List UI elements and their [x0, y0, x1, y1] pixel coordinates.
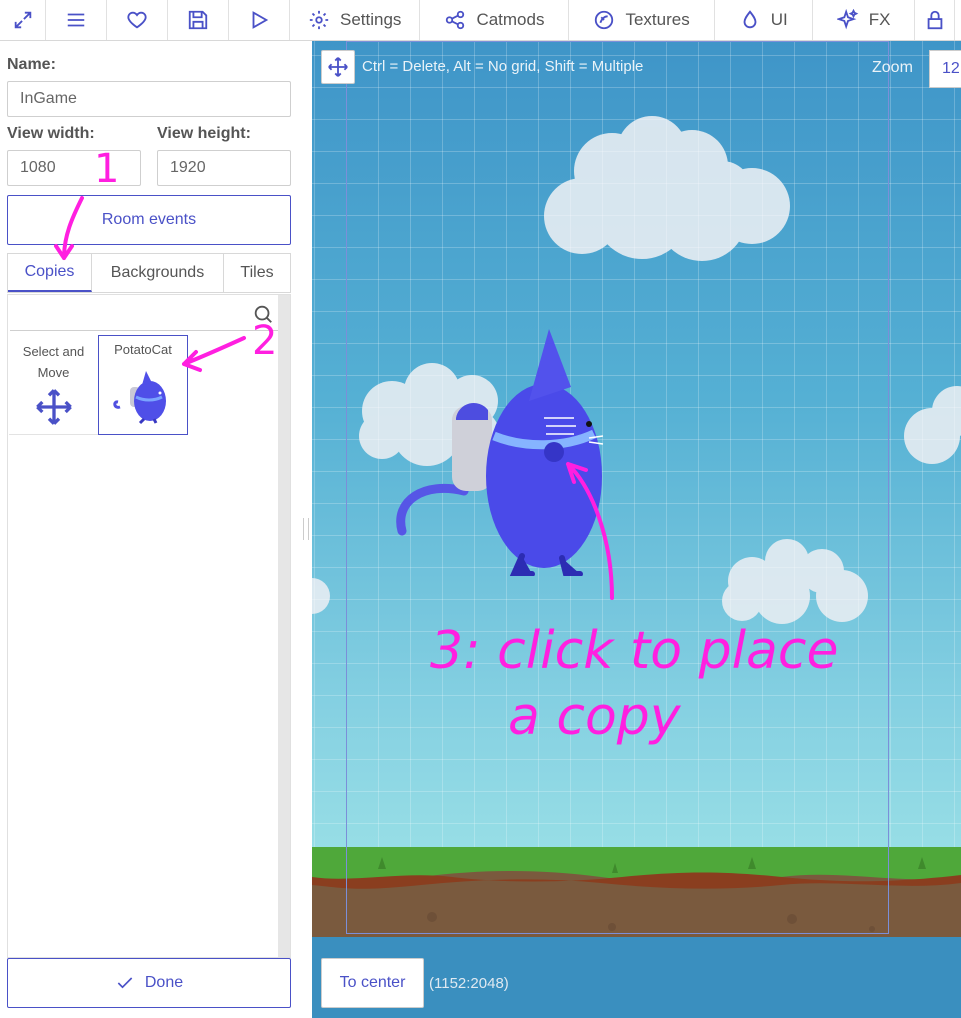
- menu-button[interactable]: [46, 0, 107, 40]
- share-nodes-icon: [446, 10, 465, 30]
- done-label: Done: [144, 974, 184, 991]
- heart-icon: [127, 11, 147, 29]
- tab-backgrounds[interactable]: Backgrounds: [92, 254, 224, 292]
- tab-copies[interactable]: Copies: [8, 254, 92, 292]
- canvas-move-tool[interactable]: [321, 50, 355, 84]
- copies-list: Select and Move PotatoCat: [7, 294, 291, 958]
- potatocat-label: PotatoCat: [114, 342, 172, 357]
- room-properties-panel: Name: InGame View width: View height: 10…: [0, 41, 298, 1018]
- room-events-button[interactable]: Room events: [7, 195, 291, 245]
- asset-tabs: Copies Backgrounds Tiles: [7, 253, 291, 293]
- hamburger-icon: [67, 13, 85, 27]
- select-and-move-card[interactable]: Select and Move: [9, 335, 99, 435]
- panel-resize-handle[interactable]: [303, 518, 309, 540]
- to-center-button[interactable]: To center: [321, 958, 424, 1008]
- checkmark-icon: [117, 977, 133, 989]
- textures-tab[interactable]: Textures: [569, 0, 715, 40]
- list-scrollbar[interactable]: [278, 295, 290, 957]
- catmods-label: Catmods: [476, 10, 545, 29]
- lock-button[interactable]: [915, 0, 956, 40]
- settings-tab[interactable]: Settings: [290, 0, 421, 40]
- save-button[interactable]: [168, 0, 229, 40]
- settings-label: Settings: [340, 10, 402, 29]
- cursor-coordinates: (1152:2048): [429, 975, 509, 992]
- textures-label: Textures: [625, 10, 690, 29]
- view-width-label: View width:: [7, 125, 95, 142]
- copies-search-input[interactable]: [10, 297, 278, 331]
- play-button[interactable]: [229, 0, 290, 40]
- potatocat-card[interactable]: PotatoCat: [98, 335, 188, 435]
- potatocat-instance[interactable]: [394, 326, 614, 576]
- droplet-icon: [743, 10, 757, 29]
- done-button[interactable]: Done: [7, 958, 291, 1008]
- view-height-field[interactable]: 1920: [157, 150, 291, 186]
- select-and-move-label: Select and Move: [22, 344, 85, 380]
- fx-tab[interactable]: FX: [813, 0, 916, 40]
- play-icon: [252, 11, 269, 29]
- catmods-tab[interactable]: Catmods: [420, 0, 570, 40]
- lock-icon: [927, 10, 943, 30]
- room-canvas[interactable]: Ctrl = Delete, Alt = No grid, Shift = Mu…: [312, 41, 961, 1018]
- top-toolbar: Settings Catmods Textures UI FX: [0, 0, 961, 41]
- move-arrows-icon: [328, 57, 348, 77]
- gear-icon: [309, 10, 329, 30]
- canvas-hint: Ctrl = Delete, Alt = No grid, Shift = Mu…: [362, 58, 644, 75]
- room-name-field[interactable]: InGame: [7, 81, 291, 117]
- move-arrows-icon: [35, 389, 72, 425]
- zoom-label: Zoom: [872, 59, 913, 76]
- favorite-button[interactable]: [107, 0, 168, 40]
- search-icon: [254, 305, 272, 323]
- view-height-label: View height:: [157, 125, 251, 142]
- save-icon: [188, 10, 208, 30]
- tab-tiles[interactable]: Tiles: [224, 254, 290, 292]
- fx-label: FX: [868, 10, 891, 29]
- potatocat-thumbnail: [113, 371, 166, 425]
- zoom-field[interactable]: 12: [929, 50, 961, 88]
- expand-icon: [14, 11, 31, 29]
- texture-icon: [595, 10, 614, 30]
- ui-label: UI: [770, 10, 788, 29]
- name-label: Name:: [7, 56, 56, 73]
- ui-tab[interactable]: UI: [715, 0, 813, 40]
- fullscreen-button[interactable]: [0, 0, 46, 40]
- sparkles-icon: [836, 9, 859, 30]
- view-width-field[interactable]: 1080: [7, 150, 141, 186]
